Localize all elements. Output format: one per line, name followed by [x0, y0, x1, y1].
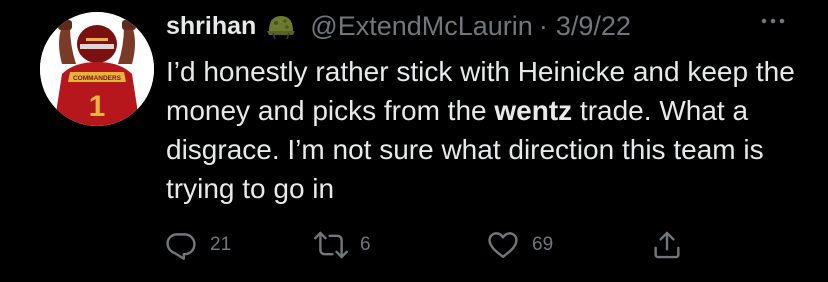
heart-icon [488, 232, 518, 258]
tweet-header: shrihan @ExtendMcLaurin · 3/9/22 [166, 6, 631, 46]
tweet[interactable]: COMMANDERS 1 shrihan @ExtendMcLaurin · 3… [0, 0, 828, 282]
display-name[interactable]: shrihan [166, 12, 256, 41]
military-helmet-icon [266, 11, 296, 41]
like-button[interactable]: 69 [486, 228, 553, 262]
tweet-date[interactable]: 3/9/22 [556, 11, 631, 42]
reply-button[interactable]: 21 [164, 228, 231, 262]
avatar-image: COMMANDERS 1 [40, 12, 154, 126]
action-bar: 21 6 69 [164, 228, 804, 262]
share-icon [654, 231, 680, 259]
retweet-icon [314, 231, 348, 259]
jersey-text: COMMANDERS [73, 75, 122, 82]
reply-count: 21 [210, 234, 232, 255]
like-count: 69 [532, 234, 554, 255]
separator-dot: · [538, 10, 548, 41]
retweet-count: 6 [360, 234, 371, 255]
user-handle[interactable]: @ExtendMcLaurin [310, 11, 533, 42]
retweet-button[interactable]: 6 [314, 228, 371, 262]
tweet-text: I’d honestly rather stick with Heinicke … [166, 52, 806, 208]
jersey-number: 1 [89, 90, 106, 123]
tweet-text-bold: wentz [494, 95, 573, 126]
avatar[interactable]: COMMANDERS 1 [40, 12, 154, 126]
share-button[interactable] [650, 228, 684, 262]
reply-icon [166, 233, 196, 260]
ellipsis-icon[interactable] [760, 14, 786, 26]
